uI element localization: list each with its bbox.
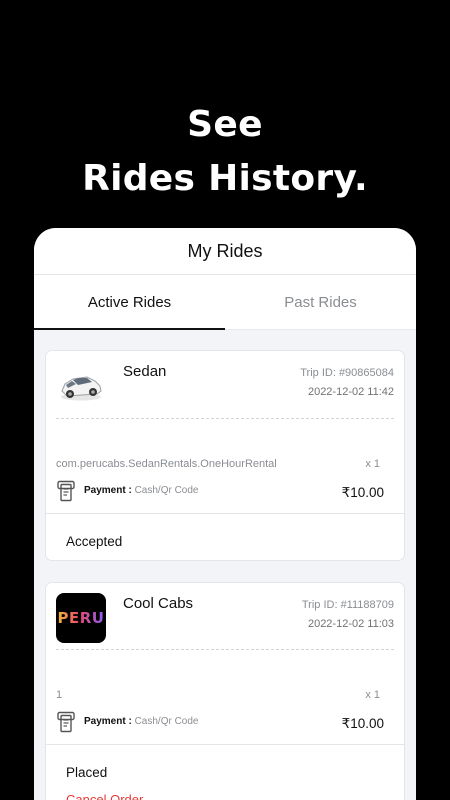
ride-card[interactable]: PERU Cool Cabs Trip ID: #11188709 2022-1… (45, 582, 405, 800)
promo-line-2: Rides History. (82, 158, 368, 199)
promo-line-1: See (187, 104, 263, 145)
payment-method: Cash/Qr Code (134, 716, 199, 727)
ride-amount: ₹10.00 (341, 716, 384, 731)
tab-label: Active Rides (87, 293, 172, 311)
divider (56, 418, 394, 419)
ride-status: Placed (66, 765, 108, 780)
divider (46, 513, 404, 514)
ride-card[interactable]: Sedan Trip ID: #90865084 2022-12-02 11:4… (45, 350, 405, 561)
logo-text: PERU (57, 609, 105, 627)
payment-method: Cash/Qr Code (134, 485, 199, 496)
ride-name: Sedan (123, 363, 167, 380)
ride-tabs: Active Rides Past Rides (34, 275, 416, 330)
receipt-icon (56, 480, 76, 502)
rides-list[interactable]: Sedan Trip ID: #90865084 2022-12-02 11:4… (34, 330, 416, 800)
tab-past-rides[interactable]: Past Rides (225, 275, 416, 329)
ride-name: Cool Cabs (123, 595, 194, 612)
trip-datetime: 2022-12-02 11:42 (307, 386, 394, 398)
quantity: x 1 (365, 689, 380, 701)
payment-label: Payment : (84, 716, 132, 727)
receipt-icon (56, 711, 76, 733)
page-title: My Rides (187, 240, 263, 261)
tab-label: Past Rides (284, 293, 357, 311)
trip-id: Trip ID: #90865084 (300, 367, 394, 379)
payment-info: Payment : Cash/Qr Code (84, 485, 199, 496)
car-icon (56, 361, 106, 411)
peru-logo-icon: PERU (56, 593, 106, 643)
trip-id: Trip ID: #11188709 (301, 599, 394, 611)
payment-info: Payment : Cash/Qr Code (84, 716, 199, 727)
payment-label: Payment : (84, 485, 132, 496)
ride-amount: ₹10.00 (341, 485, 384, 500)
cancel-order-button[interactable]: Cancel Order (66, 792, 143, 800)
ride-status: Accepted (66, 534, 123, 549)
divider (56, 649, 394, 650)
product-name: 1 (56, 689, 63, 701)
tab-active-rides[interactable]: Active Rides (34, 275, 225, 330)
product-name: com.perucabs.SedanRentals.OneHourRental (56, 458, 277, 470)
app-bar: My Rides (34, 228, 416, 275)
quantity: x 1 (365, 458, 380, 470)
divider (46, 744, 404, 745)
trip-datetime: 2022-12-02 11:03 (307, 618, 394, 630)
promo-headline: See Rides History. (0, 98, 450, 206)
phone-screen: My Rides Active Rides Past Rides Sedan T… (34, 228, 416, 800)
